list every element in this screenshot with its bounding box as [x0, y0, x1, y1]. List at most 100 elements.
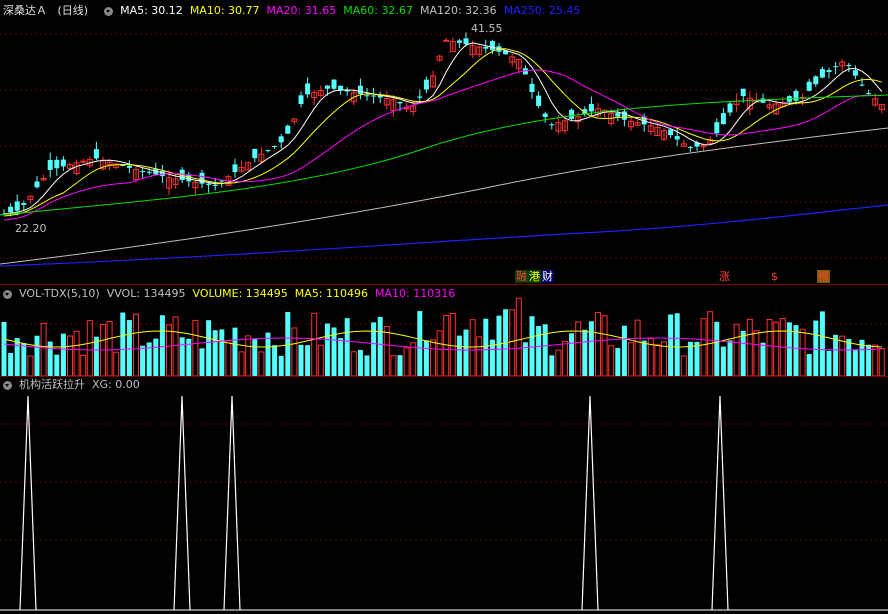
volume-bar — [311, 312, 318, 377]
volume-bar — [324, 323, 330, 376]
volume-bar — [364, 355, 370, 376]
volume-bar — [238, 351, 245, 377]
volume-bar — [305, 345, 311, 376]
volume-bar — [206, 320, 212, 376]
volume-bar — [760, 342, 766, 376]
candle-body — [813, 76, 819, 85]
candle-body — [852, 70, 858, 76]
candle-body — [54, 159, 60, 169]
volume-bar — [833, 334, 839, 376]
volume-bar — [463, 329, 469, 376]
event-tag-board[interactable]: 榜 — [817, 270, 830, 283]
candle-body — [536, 95, 542, 106]
candle-body — [687, 147, 693, 149]
candle-body — [397, 102, 403, 104]
candle-body — [140, 171, 146, 173]
volume-bar — [793, 325, 799, 376]
volume-bar — [819, 311, 825, 376]
volume-bar — [60, 333, 66, 376]
volume-bar — [21, 343, 27, 376]
volume-bar — [113, 351, 120, 377]
volume-bar — [601, 315, 608, 377]
high-price-label: 41.55 — [471, 22, 503, 35]
volume-bar — [720, 346, 726, 376]
price-chart — [0, 32, 888, 267]
candle-body — [126, 165, 132, 168]
candle-body — [588, 103, 594, 112]
volume-bar — [766, 319, 773, 377]
volume-bar — [839, 335, 846, 377]
volume-bar — [680, 355, 687, 377]
volume-bar — [641, 340, 647, 376]
volume-bar — [298, 344, 304, 376]
volume-bar — [813, 320, 819, 376]
candle-body — [364, 95, 370, 97]
volume-bar — [86, 320, 93, 377]
volume-bar — [1, 321, 7, 376]
volume-bar — [469, 319, 476, 377]
volume-bar — [258, 351, 265, 377]
candle-body — [463, 38, 469, 45]
candle-body — [569, 109, 575, 119]
volume-bar — [73, 330, 80, 377]
volume-bar — [153, 338, 159, 376]
candle-body — [549, 124, 555, 126]
volume-bar — [383, 326, 390, 377]
volume-bar — [317, 344, 324, 377]
event-tag-limit-up[interactable]: 涨 — [718, 270, 731, 283]
candle-body — [371, 95, 377, 97]
volume-bar — [555, 349, 562, 377]
volume-bar — [733, 323, 740, 377]
volume-bar — [753, 330, 760, 377]
volume-bar — [285, 311, 291, 376]
volume-bar — [344, 318, 350, 376]
candle-body — [146, 171, 152, 173]
volume-bar — [575, 321, 582, 377]
xg-chart — [0, 395, 888, 611]
volume-bar — [615, 348, 621, 376]
volume-bar — [476, 336, 483, 377]
volume-bar — [8, 352, 14, 376]
volume-bar — [265, 332, 271, 376]
event-tag-dollar[interactable]: $ — [770, 270, 779, 283]
volume-bar — [595, 311, 601, 377]
volume-bar — [166, 324, 172, 377]
volume-bar — [245, 335, 252, 377]
volume-bar — [852, 349, 858, 376]
volume-bar — [694, 341, 700, 376]
volume-bar — [106, 321, 113, 377]
candle-body — [252, 148, 258, 159]
volume-bar — [740, 330, 746, 376]
volume-bar — [120, 312, 126, 376]
event-tag-finance[interactable]: 财 — [541, 270, 554, 283]
volume-bar — [608, 345, 615, 377]
volume-pane[interactable] — [0, 284, 888, 377]
volume-bar — [799, 328, 806, 377]
volume-bar — [140, 345, 146, 376]
volume-bar — [456, 335, 462, 376]
volume-bar — [225, 339, 232, 377]
candle-body — [542, 113, 548, 117]
volume-chart — [0, 297, 888, 377]
xg-signal-spike — [581, 395, 599, 611]
volume-bar — [806, 354, 812, 376]
xg-pane[interactable] — [0, 376, 888, 614]
candle-body — [740, 88, 746, 97]
volume-bar — [179, 337, 185, 376]
volume-bar — [54, 354, 60, 376]
price-pane[interactable]: 41.55 22.20 融 港 财 涨 $ 榜 — [0, 0, 888, 284]
candle-body — [305, 83, 311, 95]
volume-bar — [436, 330, 443, 377]
volume-bar — [509, 309, 516, 377]
candle-body — [417, 96, 423, 98]
candle-body — [615, 112, 621, 117]
volume-bar — [628, 342, 634, 377]
event-tag-hk[interactable]: 港 — [528, 270, 541, 283]
candle-body — [443, 39, 450, 42]
candle-body — [206, 183, 212, 185]
candle-body — [483, 46, 489, 49]
event-tag-margin[interactable]: 融 — [515, 270, 528, 283]
candle-body — [14, 201, 20, 211]
volume-bar — [549, 355, 555, 376]
volume-bar — [443, 315, 450, 377]
